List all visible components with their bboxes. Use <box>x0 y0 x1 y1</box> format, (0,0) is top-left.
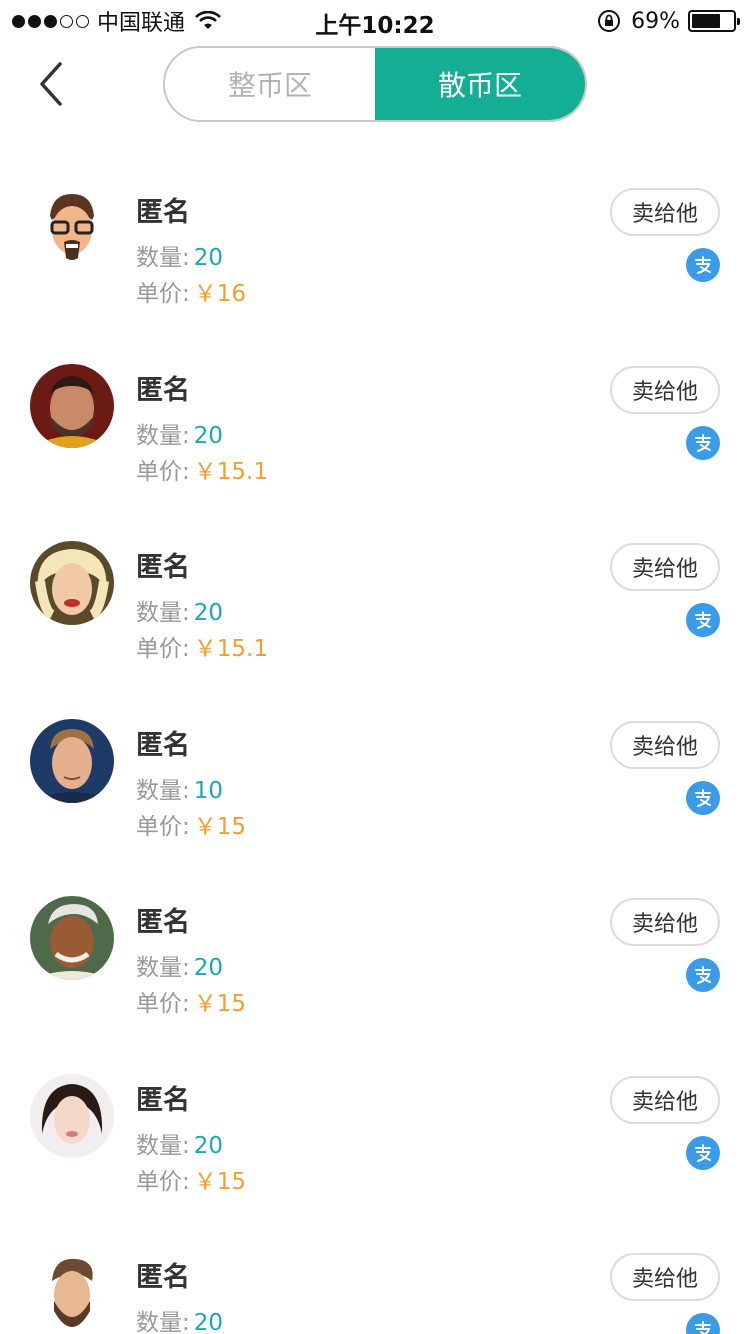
cartoon-man-glasses-avatar <box>30 186 114 270</box>
alipay-icon <box>686 1135 720 1170</box>
quantity-label: 数量: <box>136 955 190 981</box>
list-item: 匿名 数量: 20 卖给他 <box>0 1215 750 1334</box>
price-label: 单价: <box>136 1168 190 1195</box>
alipay-icon <box>686 248 720 282</box>
young-man-avatar <box>30 718 114 803</box>
quantity-line: 数量: 20 <box>136 416 223 450</box>
battery-percent: 69% <box>631 8 680 34</box>
list-item: 匿名 数量: 20 单价: ￥15.1 卖给他 <box>0 328 750 506</box>
alipay-icon <box>686 1313 720 1334</box>
price-value: ￥15.1 <box>193 458 268 485</box>
quantity-value: 20 <box>193 245 224 271</box>
list-item: 匿名 数量: 20 单价: ￥15 卖给他 <box>0 860 750 1038</box>
quantity-label: 数量: <box>136 600 190 626</box>
price-line: 单价: ￥15 <box>136 984 246 1018</box>
listing-list: 匿名 数量: 20 单价: ￥16 卖给他 匿名 数量: 20 单价: ￥15.1 卖给… <box>0 150 750 1334</box>
sell-button[interactable]: 卖给他 <box>610 898 720 946</box>
price-label: 单价: <box>136 991 190 1017</box>
battery-fill <box>692 14 720 28</box>
seller-name: 匿名 <box>136 907 190 938</box>
price-line: 单价: ￥16 <box>136 274 246 308</box>
rotation-lock-icon <box>598 10 621 32</box>
price-line: 单价: ￥15 <box>136 807 246 841</box>
cartoon-bearded-man-avatar <box>30 1251 114 1334</box>
seller-name: 匿名 <box>136 1084 190 1116</box>
back-chevron-icon[interactable] <box>30 60 70 108</box>
price-label: 单价: <box>136 458 190 485</box>
price-label: 单价: <box>136 281 190 307</box>
quantity-value: 20 <box>193 955 224 981</box>
list-item: 匿名 数量: 20 单价: ￥15.1 卖给他 <box>0 505 750 683</box>
price-value: ￥15 <box>193 813 247 840</box>
alipay-icon <box>686 425 720 460</box>
quantity-value: 10 <box>193 777 224 804</box>
blonde-woman-avatar <box>30 541 114 625</box>
list-item: 匿名 数量: 20 单价: ￥16 卖给他 <box>0 150 750 328</box>
quantity-label: 数量: <box>136 1132 190 1159</box>
young-woman-avatar <box>30 1073 114 1158</box>
caricature-old-man-avatar <box>30 896 114 980</box>
price-value: ￥16 <box>193 281 247 307</box>
quantity-value: 20 <box>193 1132 224 1159</box>
bearded-man-avatar <box>30 363 114 448</box>
quantity-line: 数量: 20 <box>136 1126 223 1160</box>
tab-loose-coin[interactable]: 散币区 <box>375 48 585 120</box>
price-value: ￥15 <box>193 1168 247 1195</box>
alipay-icon <box>686 603 720 637</box>
sell-button[interactable]: 卖给他 <box>610 365 720 414</box>
seller-name: 匿名 <box>136 197 190 228</box>
list-item: 匿名 数量: 20 单价: ￥15 卖给他 <box>0 1038 750 1216</box>
sell-button[interactable]: 卖给他 <box>610 1075 720 1124</box>
battery-icon <box>688 10 740 32</box>
alipay-icon <box>686 780 720 815</box>
quantity-value: 20 <box>193 600 224 626</box>
price-line: 单价: ￥15.1 <box>136 452 268 486</box>
price-line: 单价: ￥15.1 <box>136 629 268 663</box>
quantity-label: 数量: <box>136 245 190 271</box>
quantity-value: 20 <box>193 422 224 449</box>
quantity-line: 数量: 20 <box>136 593 223 627</box>
quantity-label: 数量: <box>136 777 190 804</box>
status-right: 69% <box>597 6 740 36</box>
seller-name: 匿名 <box>136 1262 190 1293</box>
sell-button[interactable]: 卖给他 <box>610 543 720 591</box>
alipay-icon <box>686 958 720 992</box>
list-item: 匿名 数量: 10 单价: ￥15 卖给他 <box>0 683 750 861</box>
quantity-line: 数量: 20 <box>136 238 223 272</box>
status-bar: 中国联通 上午10:22 69% <box>0 0 750 40</box>
seller-name: 匿名 <box>136 552 190 583</box>
price-line: 单价: ￥15 <box>136 1162 246 1196</box>
quantity-line: 数量: 10 <box>136 771 223 805</box>
price-value: ￥15 <box>193 991 247 1017</box>
seller-name: 匿名 <box>136 374 190 406</box>
sell-button[interactable]: 卖给他 <box>610 188 720 236</box>
quantity-label: 数量: <box>136 1310 190 1334</box>
seller-name: 匿名 <box>136 729 190 761</box>
quantity-line: 数量: 20 <box>136 948 223 982</box>
tab-whole-coin[interactable]: 整币区 <box>165 48 375 120</box>
quantity-value: 20 <box>193 1310 224 1334</box>
quantity-label: 数量: <box>136 422 190 449</box>
sell-button[interactable]: 卖给他 <box>610 1253 720 1301</box>
price-value: ￥15.1 <box>193 636 268 662</box>
zone-segmented-control: 整币区 散币区 <box>163 46 587 122</box>
price-label: 单价: <box>136 813 190 840</box>
price-label: 单价: <box>136 636 190 662</box>
quantity-line: 数量: 20 <box>136 1303 223 1334</box>
sell-button[interactable]: 卖给他 <box>610 720 720 769</box>
